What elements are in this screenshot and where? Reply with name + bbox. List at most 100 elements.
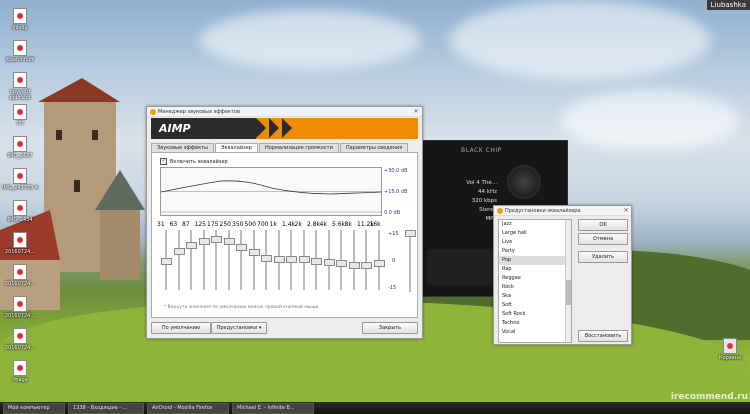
desktop-icon[interactable]: ifiledp [0, 8, 40, 31]
eq-band-thumb[interactable] [273, 256, 285, 264]
tab-volume-normalization[interactable]: Нормализация громкости [258, 143, 339, 152]
dropdown-arrow-icon: ▾ [258, 325, 262, 331]
eq-band-slider[interactable] [298, 221, 310, 301]
desktop-icon[interactable]: 20160724... [0, 296, 40, 319]
file-icon [13, 264, 27, 280]
checkmark-icon[interactable]: ✓ [160, 158, 167, 165]
eq-band-slider[interactable] [273, 221, 285, 301]
eq-band-thumb[interactable] [336, 260, 347, 268]
desktop-icon[interactable]: Beatchfluff [0, 40, 40, 63]
eq-band-thumb[interactable] [298, 256, 310, 264]
preamp-thumb[interactable] [405, 230, 416, 237]
taskbar-item[interactable]: AirDroid - Mozilla Firefox [147, 402, 229, 414]
preset-item[interactable]: Reggae [499, 274, 571, 283]
eq-band-slider[interactable] [198, 221, 210, 301]
desktop-icon[interactable]: IMG_243753 4 [0, 168, 40, 191]
taskbar-item[interactable]: Мой компьютер [3, 402, 65, 414]
taskbar-item[interactable]: 1338 - Входящие - ... [68, 402, 144, 414]
close-button[interactable]: Закрыть [362, 322, 418, 334]
eq-band-thumb[interactable] [348, 261, 360, 269]
volume-knob[interactable] [507, 165, 541, 199]
eq-band-slider[interactable] [335, 221, 347, 301]
eq-band-thumb[interactable] [211, 235, 222, 243]
eq-band-slider[interactable] [210, 221, 222, 301]
taskbar-item[interactable]: Michael E. - Infinite B... [232, 402, 314, 414]
preset-item[interactable]: Jazz [499, 220, 571, 229]
preamp-slider[interactable] [404, 230, 416, 300]
desktop-icon[interactable]: 20160724... [0, 264, 40, 287]
eq-band-slider[interactable] [223, 221, 235, 301]
delete-button[interactable]: Удалить [578, 251, 628, 263]
desktop-icon[interactable]: 20160724... [0, 328, 40, 351]
ok-button[interactable]: OK [578, 219, 628, 231]
preset-item[interactable]: Large hall [499, 229, 571, 238]
eq-band-slider[interactable] [323, 221, 335, 301]
preset-item[interactable]: Rap [499, 265, 571, 274]
eq-band-slider[interactable] [310, 221, 322, 301]
desktop-icon[interactable]: ??? [0, 104, 40, 127]
eq-band-thumb[interactable] [173, 247, 185, 255]
eq-band-thumb[interactable] [236, 243, 247, 251]
preset-item[interactable]: Ska [499, 292, 571, 301]
eq-band-slider[interactable] [373, 221, 385, 301]
restore-button[interactable]: Восстановить [578, 330, 628, 342]
desktop-icon[interactable]: IMG_2434 [0, 200, 40, 223]
preset-item[interactable]: Rock [499, 283, 571, 292]
eq-band-thumb[interactable] [323, 258, 335, 266]
eq-band-thumb[interactable] [198, 237, 210, 245]
tab-mixing-settings[interactable]: Параметры сведения [339, 143, 409, 152]
eq-band-thumb[interactable] [311, 257, 322, 265]
eq-band-thumb[interactable] [161, 257, 172, 265]
defaults-button[interactable]: По умолчанию [151, 322, 211, 334]
eq-band-thumb[interactable] [373, 260, 385, 268]
aimp-banner: AIMP [151, 118, 418, 139]
preset-item[interactable]: Vocal [499, 328, 571, 337]
enable-equalizer-checkbox[interactable]: ✓ Включить эквалайзер [160, 158, 228, 165]
presets-button[interactable]: Предустановки ▾ [211, 322, 267, 334]
desktop-icon-trash[interactable]: Корзина [710, 338, 750, 361]
chevron-icon [256, 118, 266, 138]
cancel-button[interactable]: Отмена [578, 233, 628, 245]
desktop-icon[interactable]: IMG_2437 [0, 136, 40, 159]
eq-band-thumb[interactable] [261, 254, 272, 262]
eq-band-frequency: 1k [269, 221, 277, 228]
cloud [200, 10, 420, 70]
preset-item[interactable]: Pop [499, 256, 571, 265]
eq-band-slider[interactable] [173, 221, 185, 301]
eq-band-thumb[interactable] [361, 261, 372, 269]
eq-band-slider[interactable] [248, 221, 260, 301]
desktop-icon[interactable]: 20160724... [0, 232, 40, 255]
eq-band-slider[interactable] [185, 221, 197, 301]
scrollbar-thumb[interactable] [566, 280, 571, 305]
eq-band-slider[interactable] [260, 221, 272, 301]
eq-band-thumb[interactable] [286, 256, 297, 264]
tab-sound-effects[interactable]: Звуковые эффекты [151, 143, 215, 152]
eq-band-thumb[interactable] [223, 237, 235, 245]
eq-band-thumb[interactable] [186, 242, 197, 250]
eq-band-slider[interactable] [360, 221, 372, 301]
preset-item[interactable]: Soft Rock [499, 310, 571, 319]
close-icon[interactable]: ✕ [410, 108, 422, 115]
desktop-icon[interactable]: image [0, 360, 40, 383]
eq-band-slider[interactable] [348, 221, 360, 301]
desktop-icon-label: 20160724... [4, 281, 36, 287]
presets-titlebar[interactable]: Предустановки эквалайзера ✕ [494, 206, 631, 216]
close-icon[interactable]: ✕ [621, 207, 631, 214]
eq-band-frequency: 1.4k [282, 221, 296, 228]
eq-band-slider[interactable] [285, 221, 297, 301]
presets-button-label: Предустановки [216, 325, 258, 331]
eq-band-slider[interactable] [160, 221, 172, 301]
preset-item[interactable]: Techno [499, 319, 571, 328]
dialog-titlebar[interactable]: Менеджер звуковых эффектов ✕ [147, 107, 422, 117]
desktop-icon[interactable]: opyvetd epbrabd [0, 72, 40, 101]
eq-band-thumb[interactable] [248, 249, 260, 257]
preset-item[interactable]: Live [499, 238, 571, 247]
user-name-label: Liubashka [706, 0, 750, 10]
list-scrollbar[interactable] [565, 220, 571, 342]
presets-list[interactable]: Jazz Large hall Live Party Pop Rap Reggae Rock S… [498, 219, 572, 343]
file-icon [13, 168, 27, 184]
desktop-icon-label: Корзина [718, 355, 742, 361]
eq-band-slider[interactable] [235, 221, 247, 301]
preset-item[interactable]: Party [499, 247, 571, 256]
preset-item[interactable]: Soft [499, 301, 571, 310]
